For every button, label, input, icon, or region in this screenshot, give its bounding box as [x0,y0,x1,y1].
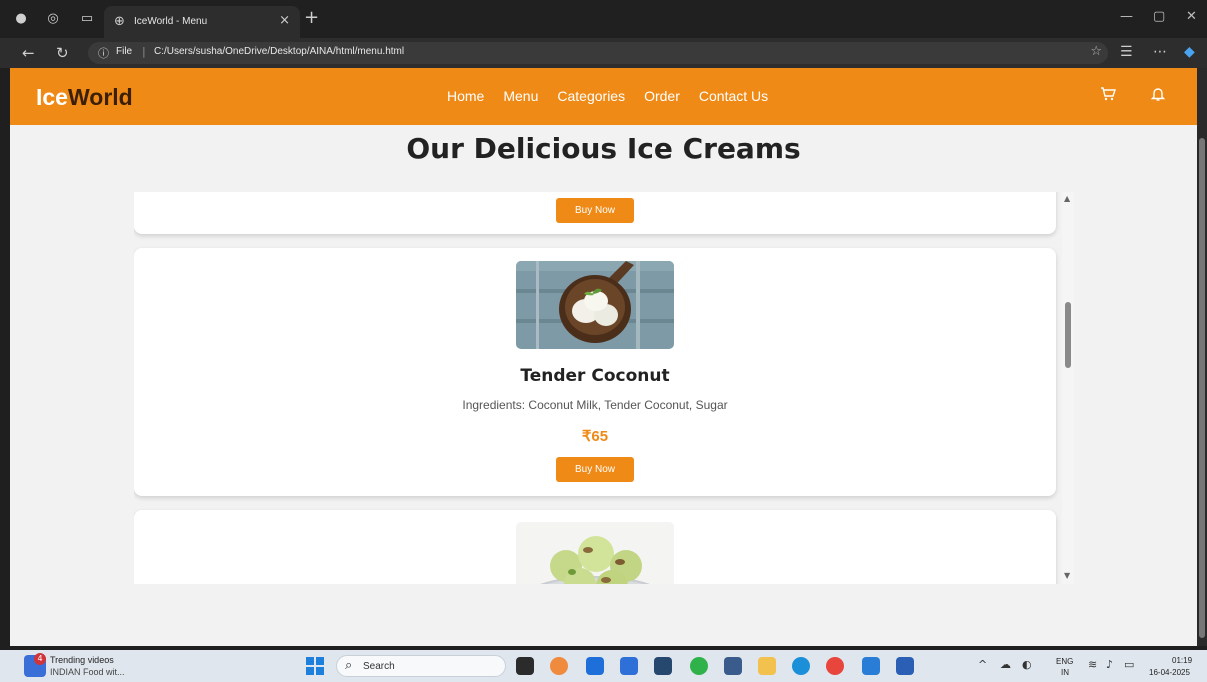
word-icon[interactable] [896,657,914,675]
info-icon[interactable]: ⓘ [98,45,109,61]
pistachio-ice-cream-image [516,522,674,584]
chrome-icon[interactable] [826,657,844,675]
list-scroll-thumb[interactable] [1065,302,1071,368]
nav-order[interactable]: Order [644,88,680,104]
globe-icon: ⊕ [114,14,125,29]
task-view-icon[interactable] [516,657,534,675]
page-scroll-thumb[interactable] [1199,138,1205,638]
notepad-icon[interactable] [620,657,638,675]
address-bar[interactable]: ⓘ File | C:/Users/susha/OneDrive/Desktop… [88,42,1108,64]
site-header: IceWorld Home Menu Categories Order Cont… [10,68,1197,125]
taskbar-search[interactable]: ⌕ Search [336,655,506,677]
start-icon[interactable] [306,657,324,675]
refresh-icon[interactable]: ↻ [56,44,69,62]
browser-titlebar: ● ◎ ▭ ⊕ IceWorld - Menu × + — ▢ ✕ [0,0,1207,38]
store-icon[interactable] [654,657,672,675]
page-scrollbar[interactable] [1197,68,1207,646]
page-title: Our Delicious Ice Creams [406,132,801,165]
clock-time[interactable]: 01:19 [1172,656,1192,665]
address-toolbar: ← ↻ ⓘ File | C:/Users/susha/OneDrive/Des… [0,38,1207,68]
copilot-app-icon[interactable] [550,657,568,675]
wifi-icon[interactable]: ≋ [1088,658,1097,671]
search-label: Search [363,661,395,672]
nav-contact-us[interactable]: Contact Us [699,88,768,104]
coconut-ice-cream-image [516,261,674,349]
more-options-icon[interactable]: ⋯ [1153,44,1167,60]
search-icon: ⌕ [345,658,353,673]
whatsapp-icon[interactable] [690,657,708,675]
workspaces-icon[interactable]: ◎ [44,10,62,28]
onedrive-icon[interactable]: ☁ [1000,658,1011,671]
product-card [134,510,1056,584]
tray-app-icon[interactable]: ◐ [1022,658,1032,671]
logo-accent: Ice [36,84,68,110]
scroll-down-icon[interactable]: ▼ [1064,571,1070,580]
vscode-icon[interactable] [862,657,880,675]
site-logo[interactable]: IceWorld [36,84,133,111]
battery-icon[interactable]: ▭ [1124,658,1134,671]
favorite-star-icon[interactable]: ☆ [1090,44,1102,59]
maximize-icon[interactable]: ▢ [1153,9,1165,24]
close-window-icon[interactable]: ✕ [1186,9,1197,24]
volume-icon[interactable]: ♪ [1106,658,1113,671]
cart-icon[interactable] [1100,86,1116,106]
language-bottom[interactable]: IN [1061,668,1069,677]
product-price: ₹65 [581,428,609,445]
news-subtitle[interactable]: INDIAN Food wit... [50,667,125,677]
url-scheme-label: File [116,46,133,57]
tray-chevron-icon[interactable]: ^ [978,658,987,671]
close-tab-icon[interactable]: × [279,13,290,28]
url-text[interactable]: C:/Users/susha/OneDrive/Desktop/AINA/htm… [154,46,404,57]
product-list: Buy Now Tender Coconut Ingredients: Coco… [134,192,1074,584]
file-explorer-icon[interactable] [758,657,776,675]
new-tab-icon[interactable]: + [304,7,319,28]
edge-icon[interactable] [792,657,810,675]
calculator-icon[interactable] [724,657,742,675]
product-ingredients: Ingredients: Coconut Milk, Tender Coconu… [462,398,728,412]
nav-categories[interactable]: Categories [557,88,625,104]
list-scrollbar[interactable]: ▲ ▼ [1062,192,1074,584]
news-title[interactable]: Trending videos [50,655,114,665]
nav-home[interactable]: Home [447,88,484,104]
copilot-icon[interactable]: ◆ [1184,44,1195,60]
notification-badge: 4 [34,653,46,665]
logo-main: World [67,84,133,110]
windows-taskbar: 4 Trending videos INDIAN Food wit... ⌕ S… [0,650,1207,682]
minimize-icon[interactable]: — [1120,9,1133,24]
bell-icon[interactable] [1150,86,1166,106]
buy-now-button[interactable]: Buy Now [556,198,634,223]
favorites-icon[interactable]: ☰ [1120,44,1133,60]
product-card-tender-coconut: Tender Coconut Ingredients: Coconut Milk… [134,248,1056,496]
nav-menu[interactable]: Menu [503,88,538,104]
url-separator: | [142,45,146,58]
clock-date[interactable]: 16-04-2025 [1149,668,1190,677]
language-top[interactable]: ENG [1056,657,1073,666]
scroll-up-icon[interactable]: ▲ [1064,194,1070,203]
product-name: Tender Coconut [520,366,670,386]
main-nav: Home Menu Categories Order Contact Us [447,88,768,104]
product-card: Buy Now [134,192,1056,234]
tab-iceworld-menu[interactable]: ⊕ IceWorld - Menu × [104,6,300,38]
tab-actions-icon[interactable]: ▭ [78,10,96,28]
profile-icon[interactable]: ● [12,10,30,28]
page-viewport: IceWorld Home Menu Categories Order Cont… [10,68,1197,646]
back-icon[interactable]: ← [22,44,35,62]
buy-now-button[interactable]: Buy Now [556,457,634,482]
tab-title: IceWorld - Menu [134,16,208,27]
teams-icon[interactable] [586,657,604,675]
